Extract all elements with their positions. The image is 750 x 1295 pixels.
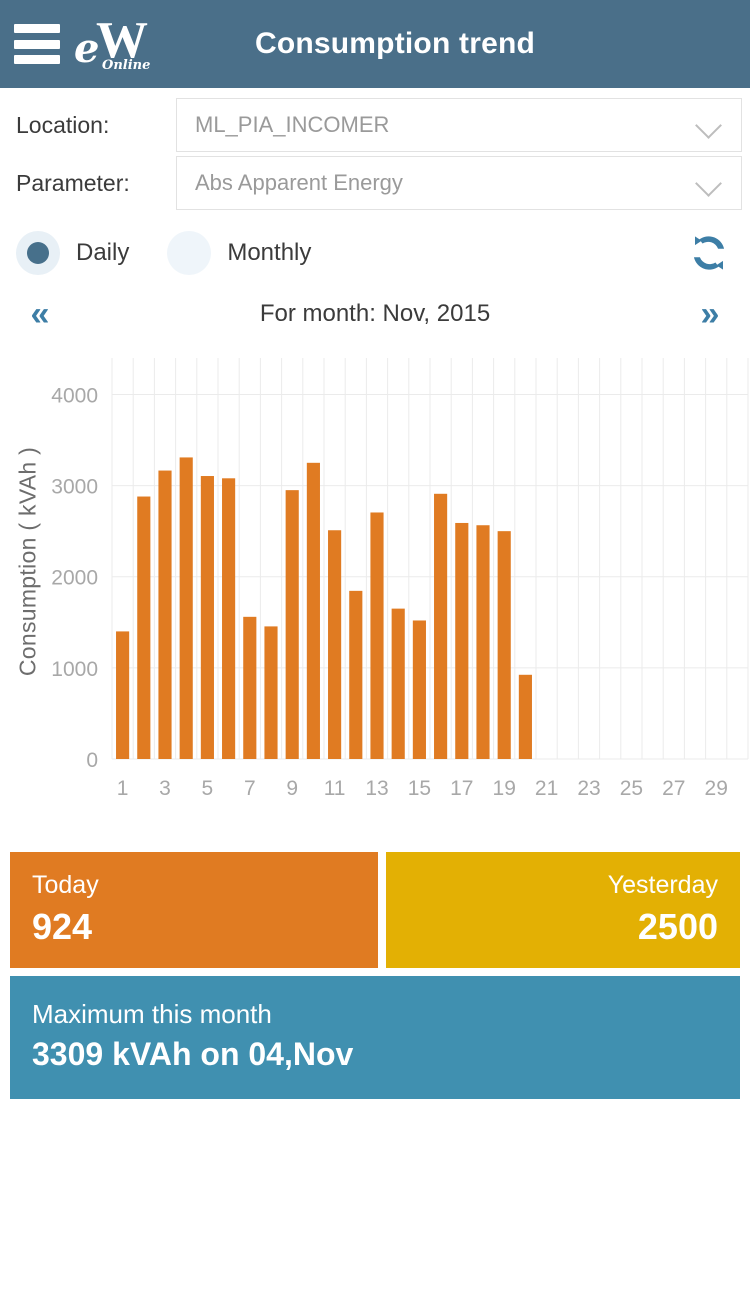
stat-cards: Today 924 Yesterday 2500 Maximum this mo… [0,852,750,1100]
chevron-down-icon [695,110,725,140]
chart-bar[interactable] [179,457,193,759]
card-today-value: 924 [32,906,93,948]
chart-x-tick: 23 [577,777,600,800]
card-maximum-title: Maximum this month [32,999,272,1030]
app-logo[interactable]: e W Online [74,13,150,75]
chart-bar[interactable] [391,608,405,759]
hamburger-bar [14,55,60,64]
chevron-down-icon [695,168,725,198]
chart-bar[interactable] [434,493,448,759]
chart-bar[interactable] [285,490,299,759]
card-yesterday[interactable]: Yesterday 2500 [386,852,740,969]
chart-bar[interactable] [412,620,426,759]
chart-x-tick: 1 [117,777,129,800]
chart-bar[interactable] [264,626,278,759]
hamburger-bar [14,39,60,49]
radio-monthly[interactable]: Monthly [167,231,311,275]
card-yesterday-title: Yesterday [607,871,718,899]
prev-month-button[interactable]: « [12,297,68,331]
chart-y-tick: 1000 [51,658,98,681]
chart-x-tick: 7 [244,777,256,800]
current-month-label: For month: Nov, 2015 [259,300,491,327]
chart-x-tick: 9 [286,777,298,800]
location-select[interactable]: ML_PIA_INCOMER [176,98,742,152]
chart-x-tick: 21 [535,777,558,800]
parameter-label: Parameter: [16,169,130,196]
chart-canvas[interactable]: 010002000300040001 3 5 7 9 11 13 15 17 19 21 23 25 27… [0,348,750,818]
logo-subtext: Online [102,58,151,73]
chart-x-tick: 19 [493,777,516,800]
location-row: Location: ML_PIA_INCOMER [8,96,742,154]
chart-bar[interactable] [349,590,363,759]
radio-daily[interactable]: Daily [16,231,129,275]
chart-x-tick: 3 [159,777,171,800]
radio-daily-control[interactable] [16,231,60,275]
consumption-chart: Consumption ( kVAh ) 0 1000 2000 3000 4000 1 3… [0,348,750,818]
chart-bar[interactable] [116,631,130,759]
card-maximum[interactable]: Maximum this month 3309 kVAh on 04,Nov [10,976,740,1100]
card-maximum-value: 3309 kVAh on 04,Nov [32,1035,354,1072]
stat-cards-row: Today 924 Yesterday 2500 [10,852,740,969]
chart-x-tick: 29 [705,777,728,800]
radio-daily-dot [27,242,49,264]
card-today-title: Today [32,871,99,899]
parameter-value: Abs Apparent Energy [195,170,403,195]
next-month-button[interactable]: » [682,297,738,331]
chart-x-tick: 25 [620,777,643,800]
radio-daily-label: Daily [76,239,130,266]
chart-x-tick: 15 [408,777,431,800]
hamburger-bar [14,24,60,33]
filter-panel: Location: ML_PIA_INCOMER Parameter: Abs … [0,88,750,212]
chart-bar[interactable] [518,674,532,759]
location-label: Location: [16,111,110,138]
chart-bar[interactable] [200,476,214,759]
chart-bar[interactable] [370,512,384,759]
parameter-select[interactable]: Abs Apparent Energy [176,156,742,210]
chart-bar[interactable] [158,470,172,759]
chart-bar[interactable] [497,531,511,759]
chart-bar[interactable] [137,496,151,759]
chart-x-tick: 11 [324,777,346,800]
refresh-icon[interactable] [686,230,732,276]
month-navigator: « For month: Nov, 2015 » [0,286,750,342]
chart-x-tick: 17 [450,777,473,800]
card-today[interactable]: Today 924 [10,852,378,969]
chart-y-tick: 0 [86,749,98,772]
chart-y-tick: 4000 [51,384,98,407]
chart-x-tick: 27 [662,777,685,800]
chart-y-tick: 3000 [51,476,98,499]
hamburger-menu-icon[interactable] [14,24,60,64]
chart-x-tick: 13 [365,777,388,800]
chart-bar[interactable] [306,462,320,759]
page-title: Consumption trend [254,27,536,60]
chart-bar[interactable] [222,478,236,759]
chart-bar[interactable] [455,522,469,759]
chart-y-tick: 2000 [51,567,98,590]
radio-monthly-label: Monthly [227,239,312,266]
chart-bar[interactable] [243,616,257,759]
chart-x-tick: 5 [202,777,214,800]
chart-bar[interactable] [476,525,490,759]
mode-selector: Daily Monthly [0,220,750,286]
location-value: ML_PIA_INCOMER [195,112,390,137]
card-yesterday-value: 2500 [637,906,718,948]
app-header: e W Online Consumption trend [0,0,750,88]
parameter-row: Parameter: Abs Apparent Energy [8,154,742,212]
radio-monthly-control[interactable] [167,231,212,275]
chart-bar[interactable] [328,530,342,759]
